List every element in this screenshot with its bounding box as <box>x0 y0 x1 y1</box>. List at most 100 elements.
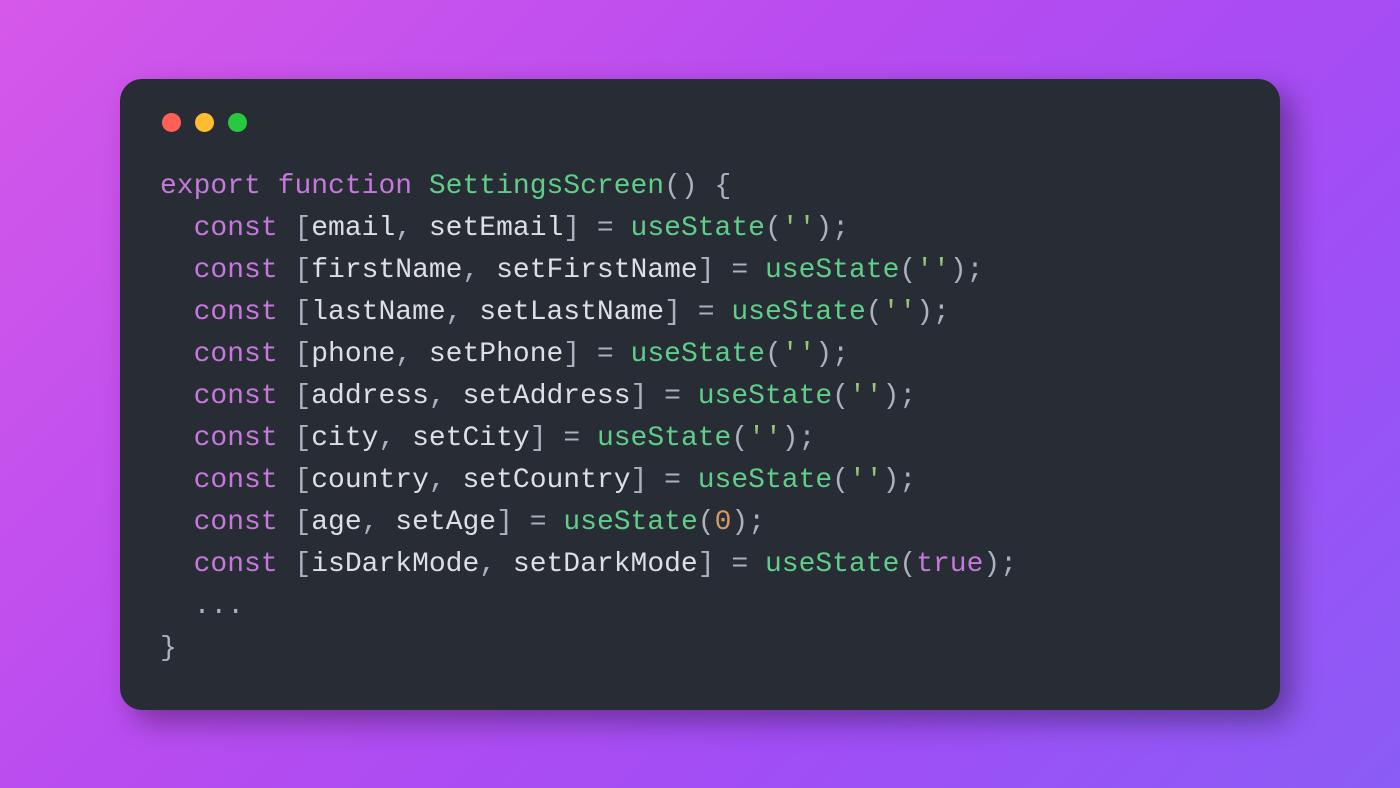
comma: , <box>429 465 463 496</box>
call: useState <box>597 423 731 454</box>
semi: ; <box>899 381 916 412</box>
call: useState <box>698 381 832 412</box>
var-name: country <box>311 465 429 496</box>
setter-name: setAddress <box>462 381 630 412</box>
call: useState <box>731 297 865 328</box>
semi: ; <box>899 465 916 496</box>
comma: , <box>362 507 396 538</box>
call: useState <box>765 255 899 286</box>
kw-const: const <box>194 255 278 286</box>
kw-const: const <box>194 465 278 496</box>
eq: = <box>580 339 630 370</box>
eq: = <box>580 213 630 244</box>
rp: ) <box>731 507 748 538</box>
arg: '' <box>748 423 782 454</box>
setter-name: setCountry <box>462 465 630 496</box>
comma: , <box>378 423 412 454</box>
rbracket: ] <box>698 255 715 286</box>
setter-name: setAge <box>395 507 496 538</box>
rp: ) <box>883 381 900 412</box>
eq: = <box>647 381 697 412</box>
setter-name: setFirstName <box>496 255 698 286</box>
setter-name: setLastName <box>479 297 664 328</box>
rp: ) <box>983 549 1000 580</box>
setter-name: setCity <box>412 423 530 454</box>
code-window: export function SettingsScreen() { const… <box>120 79 1280 710</box>
call: useState <box>631 339 765 370</box>
kw-const: const <box>194 381 278 412</box>
comma: , <box>479 549 513 580</box>
rbracket: ] <box>563 213 580 244</box>
kw-export: export <box>160 171 261 202</box>
var-name: city <box>311 423 378 454</box>
lp: ( <box>765 339 782 370</box>
window-titlebar <box>160 107 1240 166</box>
rbracket: ] <box>563 339 580 370</box>
eq: = <box>513 507 563 538</box>
brace-close: } <box>160 633 177 664</box>
rbracket: ] <box>631 465 648 496</box>
zoom-dot-icon[interactable] <box>228 113 247 132</box>
rp: ) <box>916 297 933 328</box>
semi: ; <box>967 255 984 286</box>
lp: ( <box>899 549 916 580</box>
var-name: email <box>311 213 395 244</box>
minimize-dot-icon[interactable] <box>195 113 214 132</box>
var-name: lastName <box>311 297 445 328</box>
parens: () <box>664 171 698 202</box>
comma: , <box>429 381 463 412</box>
kw-const: const <box>194 213 278 244</box>
arg: '' <box>849 465 883 496</box>
ellipsis: ... <box>194 591 244 622</box>
close-dot-icon[interactable] <box>162 113 181 132</box>
setter-name: setEmail <box>429 213 563 244</box>
kw-const: const <box>194 549 278 580</box>
call: useState <box>698 465 832 496</box>
comma: , <box>462 255 496 286</box>
comma: , <box>395 213 429 244</box>
var-name: firstName <box>311 255 462 286</box>
lbracket: [ <box>294 549 311 580</box>
semi: ; <box>832 213 849 244</box>
lbracket: [ <box>294 465 311 496</box>
kw-const: const <box>194 507 278 538</box>
call: useState <box>765 549 899 580</box>
call: useState <box>631 213 765 244</box>
setter-name: setDarkMode <box>513 549 698 580</box>
semi: ; <box>799 423 816 454</box>
eq: = <box>647 465 697 496</box>
rbracket: ] <box>631 381 648 412</box>
kw-const: const <box>194 339 278 370</box>
lp: ( <box>832 381 849 412</box>
fn-name: SettingsScreen <box>429 171 664 202</box>
arg: '' <box>782 213 816 244</box>
comma: , <box>395 339 429 370</box>
lp: ( <box>832 465 849 496</box>
arg: true <box>916 549 983 580</box>
lbracket: [ <box>294 423 311 454</box>
arg: '' <box>849 381 883 412</box>
lbracket: [ <box>294 297 311 328</box>
semi: ; <box>832 339 849 370</box>
arg: 0 <box>715 507 732 538</box>
lbracket: [ <box>294 507 311 538</box>
lp: ( <box>866 297 883 328</box>
rp: ) <box>815 339 832 370</box>
semi: ; <box>1000 549 1017 580</box>
rp: ) <box>815 213 832 244</box>
rbracket: ] <box>496 507 513 538</box>
setter-name: setPhone <box>429 339 563 370</box>
var-name: address <box>311 381 429 412</box>
rp: ) <box>883 465 900 496</box>
eq: = <box>715 255 765 286</box>
lbracket: [ <box>294 339 311 370</box>
rbracket: ] <box>698 549 715 580</box>
var-name: age <box>311 507 361 538</box>
eq: = <box>547 423 597 454</box>
arg: '' <box>782 339 816 370</box>
lp: ( <box>765 213 782 244</box>
lp: ( <box>899 255 916 286</box>
brace-open: { <box>715 171 732 202</box>
lp: ( <box>731 423 748 454</box>
kw-function: function <box>278 171 412 202</box>
